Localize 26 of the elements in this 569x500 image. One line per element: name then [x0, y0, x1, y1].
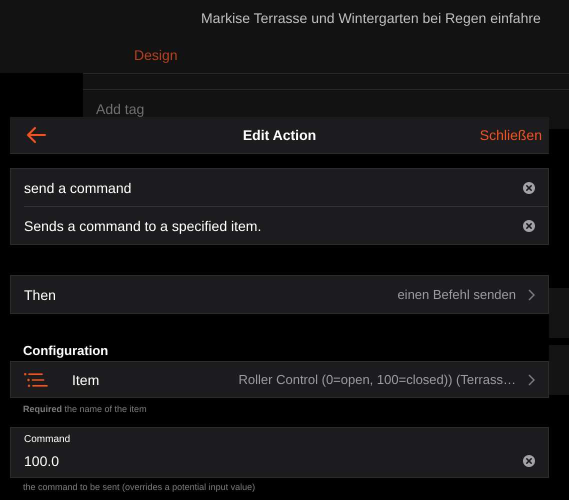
list-icon — [24, 372, 48, 386]
input-field[interactable]: send a command — [24, 180, 523, 196]
row-label: Then — [24, 286, 56, 302]
page-title: Markise Terrasse und Wintergarten bei Regen einfahre — [201, 10, 541, 26]
row-label: Item — [72, 372, 100, 388]
field-label: Command — [24, 434, 72, 445]
back-arrow-icon[interactable] — [26, 127, 46, 143]
clear-icon[interactable] — [523, 220, 535, 232]
panel-background — [549, 288, 569, 338]
chevron-right-icon — [528, 374, 535, 386]
hint-text: the command to be sent (overrides a potential input value) — [23, 482, 256, 492]
then-row[interactable]: Then einen Befehl senden — [10, 275, 549, 314]
row-value: Roller Control (0=open, 100=closed)) (Terrass… — [238, 372, 516, 387]
row-value: einen Befehl senden — [396, 287, 516, 302]
add-tag-field[interactable]: Add tag — [96, 101, 144, 117]
sheet-title: Edit Action — [242, 127, 316, 143]
section-title: Configuration — [23, 343, 108, 360]
chevron-right-icon — [528, 288, 535, 300]
clear-icon[interactable] — [523, 182, 535, 194]
panel-background — [549, 345, 569, 395]
hint-text: Required the name of the item — [23, 404, 147, 414]
input-field[interactable]: Sends a command to a specified item. — [24, 218, 523, 234]
input-field[interactable]: 100.0 — [24, 453, 523, 469]
clear-icon[interactable] — [523, 455, 535, 467]
close-link[interactable]: Schließen — [480, 127, 542, 143]
item-row[interactable]: Item Roller Control (0=open, 100=closed)) (Terrass… — [10, 361, 549, 398]
